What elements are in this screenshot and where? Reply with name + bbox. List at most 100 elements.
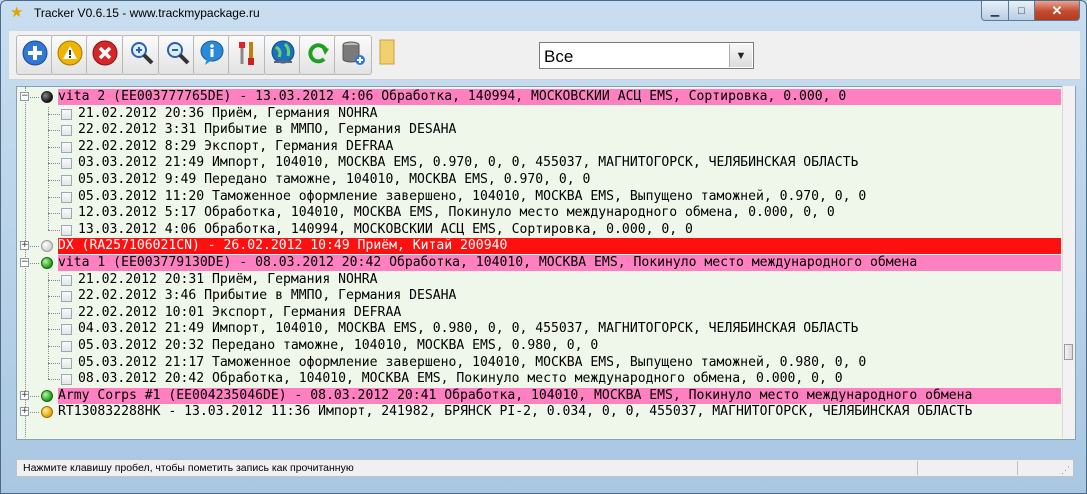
read-checkbox[interactable] [61, 275, 72, 286]
settings-button[interactable] [228, 35, 266, 75]
refresh-button[interactable] [299, 35, 337, 75]
expander-icon[interactable]: + [20, 391, 29, 400]
status-panel [1017, 461, 1018, 475]
filter-select[interactable]: Все ▼ [539, 42, 754, 69]
parcel-row[interactable]: + Army Corps #1 (EE004235046DE) - 08.03.2… [17, 388, 1061, 404]
read-checkbox[interactable] [61, 374, 72, 385]
event-text: 05.03.2012 9:49 Передано таможне, 104010… [78, 172, 591, 187]
filter-value: Все [544, 47, 574, 66]
parcel-row[interactable]: + RT130832288HK - 13.03.2012 11:36 Импорт… [17, 404, 1061, 420]
tree-connector [48, 313, 60, 314]
expander-icon[interactable]: + [20, 241, 29, 250]
read-checkbox[interactable] [61, 208, 72, 219]
parcel-row[interactable]: − vita 2 (EE003777765DE) - 13.03.2012 4:0… [17, 89, 1061, 105]
tracking-tree[interactable]: − vita 2 (EE003777765DE) - 13.03.2012 4:0… [16, 86, 1076, 440]
parcel-summary: DX (RA257106021CN) - 26.02.2012 10:49 Пр… [58, 238, 508, 254]
toolbar: Все ▼ [9, 31, 1080, 80]
tree-connector [30, 263, 39, 264]
event-row[interactable]: 22.02.2012 3:31 Прибытие в ММПО, Германи… [17, 122, 1061, 138]
expander-icon[interactable]: − [20, 258, 29, 267]
minimize-button[interactable]: ▁ [981, 1, 1009, 21]
tree-connector [30, 396, 39, 397]
event-row[interactable]: 03.03.2012 21:49 Импорт, 104010, МОСКВА … [17, 155, 1061, 171]
read-checkbox[interactable] [61, 125, 72, 136]
read-checkbox[interactable] [61, 175, 72, 186]
status-yellow-icon [41, 406, 53, 418]
tree-connector [48, 147, 60, 148]
scroll-thumb[interactable] [1064, 344, 1073, 360]
warning-button[interactable] [51, 35, 89, 75]
tree-connector [48, 379, 60, 380]
read-checkbox[interactable] [61, 192, 72, 203]
resize-grip-icon[interactable]: ⋰ [1061, 465, 1071, 475]
parcel-summary: vita 2 (EE003777765DE) - 13.03.2012 4:06… [58, 89, 847, 105]
delete-button[interactable] [86, 35, 124, 75]
event-row[interactable]: 21.02.2012 20:31 Приём, Германия NOHRA [17, 272, 1061, 288]
tree-connector [48, 114, 60, 115]
read-checkbox[interactable] [61, 109, 72, 120]
read-checkbox[interactable] [61, 341, 72, 352]
zoom-out-icon [162, 38, 192, 73]
read-checkbox[interactable] [61, 142, 72, 153]
tree-connector [48, 296, 60, 297]
tree-connector [48, 163, 60, 164]
info-bubble-icon [197, 38, 227, 73]
note-icon [372, 37, 402, 72]
event-text: 22.02.2012 10:01 Экспорт, Германия DEFRA… [78, 305, 402, 320]
app-star-icon: ★ [10, 4, 24, 21]
status-text: Нажмите клавишу пробел, чтобы пометить з… [23, 462, 354, 474]
globe-icon [268, 38, 298, 73]
tree-connector [30, 246, 39, 247]
event-row[interactable]: 12.03.2012 5:17 Обработка, 104010, МОСКВ… [17, 205, 1061, 221]
tree-connector [48, 222, 49, 230]
event-text: 12.03.2012 5:17 Обработка, 104010, МОСКВ… [78, 205, 835, 220]
note-button[interactable] [369, 35, 405, 73]
warning-triangle-icon [55, 38, 85, 73]
event-row[interactable]: 13.03.2012 4:06 Обработка, 140994, МОСКО… [17, 222, 1061, 238]
event-row[interactable]: 22.02.2012 10:01 Экспорт, Германия DEFRA… [17, 305, 1061, 321]
event-text: 22.02.2012 3:46 Прибытие в ММПО, Германи… [78, 288, 457, 303]
database-button[interactable] [334, 35, 372, 75]
x-circle-icon [90, 38, 120, 73]
zoom-in-button[interactable] [122, 35, 160, 75]
event-row[interactable]: 22.02.2012 3:46 Прибытие в ММПО, Германи… [17, 288, 1061, 304]
parcel-row[interactable]: + DX (RA257106021CN) - 26.02.2012 10:49 П… [17, 238, 1061, 254]
parcel-row[interactable]: − vita 1 (EE003779130DE) - 08.03.2012 20… [17, 255, 1061, 271]
event-row[interactable]: 05.03.2012 21:17 Таможенное оформление з… [17, 355, 1061, 371]
event-text: 05.03.2012 20:32 Передано таможне, 10401… [78, 338, 599, 353]
tree-connector [48, 363, 60, 364]
tree-connector [48, 130, 60, 131]
read-checkbox[interactable] [61, 308, 72, 319]
event-text: 04.03.2012 21:49 Импорт, 104010, МОСКВА … [78, 321, 859, 336]
close-button[interactable]: ✕ [1035, 1, 1080, 21]
event-row[interactable]: 05.03.2012 9:49 Передано таможне, 104010… [17, 172, 1061, 188]
event-row[interactable]: 04.03.2012 21:49 Импорт, 104010, МОСКВА … [17, 321, 1061, 337]
event-text: 08.03.2012 20:42 Обработка, 104010, МОСК… [78, 371, 843, 386]
read-checkbox[interactable] [61, 225, 72, 236]
event-row[interactable]: 21.02.2012 20:36 Приём, Германия NOHRA [17, 106, 1061, 122]
event-row[interactable]: 05.03.2012 11:20 Таможенное оформление з… [17, 189, 1061, 205]
read-checkbox[interactable] [61, 158, 72, 169]
zoom-out-button[interactable] [158, 35, 196, 75]
add-button[interactable] [16, 35, 54, 75]
info-button[interactable] [193, 35, 231, 75]
zoom-in-icon [126, 38, 156, 73]
event-row[interactable]: 22.02.2012 8:29 Экспорт, Германия DEFRAA [17, 139, 1061, 155]
maximize-button[interactable]: □ [1009, 1, 1035, 21]
vertical-scrollbar[interactable] [1062, 86, 1075, 438]
read-checkbox[interactable] [61, 291, 72, 302]
parcel-summary: vita 1 (EE003779130DE) - 08.03.2012 20:4… [58, 255, 918, 271]
status-grey-icon [41, 240, 53, 252]
event-row[interactable]: 05.03.2012 20:32 Передано таможне, 10401… [17, 338, 1061, 354]
event-text: 21.02.2012 20:36 Приём, Германия NOHRA [78, 106, 378, 121]
expander-icon[interactable]: − [20, 92, 29, 101]
web-button[interactable] [264, 35, 302, 75]
chevron-down-icon[interactable]: ▼ [729, 44, 752, 67]
event-text: 21.02.2012 20:31 Приём, Германия NOHRA [78, 272, 378, 287]
title-bar[interactable]: ★ Tracker V0.6.15 - www.trackmypackage.r… [1, 1, 1086, 27]
event-row[interactable]: 08.03.2012 20:42 Обработка, 104010, МОСК… [17, 371, 1061, 387]
read-checkbox[interactable] [61, 324, 72, 335]
expander-icon[interactable]: + [20, 407, 29, 416]
parcel-summary: Army Corps #1 (EE004235046DE) - 08.03.20… [58, 388, 973, 404]
read-checkbox[interactable] [61, 358, 72, 369]
